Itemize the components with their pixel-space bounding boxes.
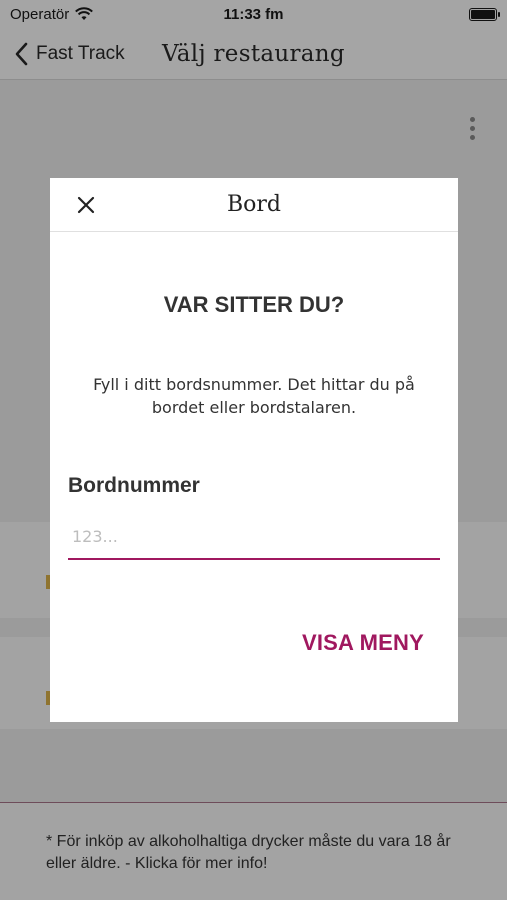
wifi-icon xyxy=(75,7,94,20)
back-button[interactable]: Fast Track xyxy=(0,42,125,66)
status-left: Operatör xyxy=(10,5,94,23)
table-number-label: Bordnummer xyxy=(68,474,200,497)
navigation-bar: Fast Track Välj restaurang xyxy=(0,28,507,80)
dialog-description: Fyll i ditt bordsnummer. Det hittar du p… xyxy=(93,375,415,417)
table-number-dialog: Bord VAR SITTER DU? Fyll i ditt bordsnum… xyxy=(50,178,458,722)
table-number-input[interactable] xyxy=(68,514,440,560)
dialog-heading: VAR SITTER DU? xyxy=(163,292,345,317)
close-icon[interactable] xyxy=(74,193,98,217)
show-menu-button[interactable]: VISA MENY xyxy=(302,630,424,656)
dialog-title: Bord xyxy=(226,192,281,217)
carrier-label: Operatör xyxy=(10,5,70,23)
battery-fill xyxy=(471,9,495,19)
status-bar: Operatör 11:33 fm xyxy=(0,0,507,28)
age-notice[interactable]: * För inköp av alkoholhaltiga drycker må… xyxy=(0,802,507,900)
dialog-header: Bord xyxy=(50,178,458,232)
page-title: Välj restaurang xyxy=(162,40,345,67)
chevron-left-icon xyxy=(15,42,28,65)
back-label: Fast Track xyxy=(36,42,125,64)
age-notice-text: * För inköp av alkoholhaltiga drycker må… xyxy=(46,833,451,872)
more-options-icon[interactable] xyxy=(470,117,475,140)
battery-icon xyxy=(469,7,500,21)
